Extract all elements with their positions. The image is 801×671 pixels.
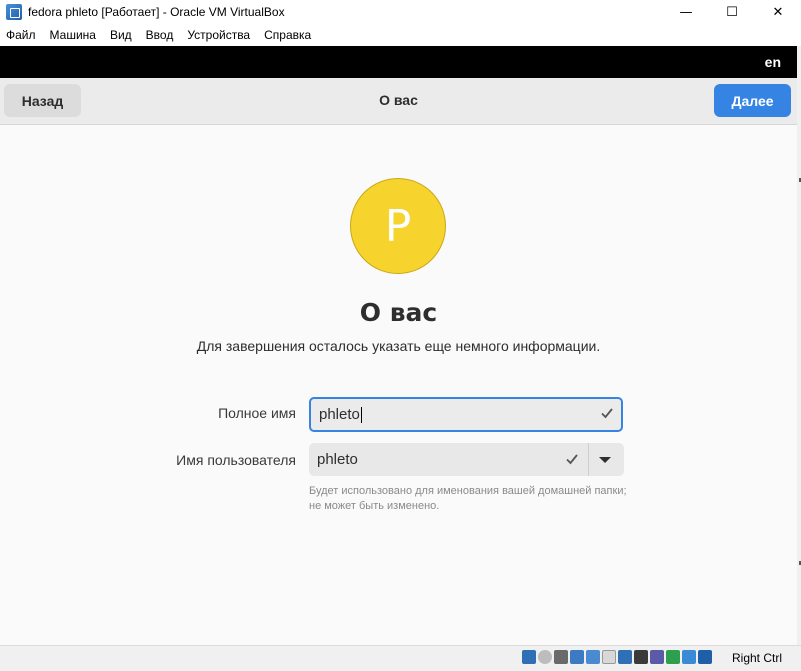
menu-bar: Файл Машина Вид Ввод Устройства Справка <box>0 24 801 47</box>
menu-file[interactable]: Файл <box>0 28 43 42</box>
display-icon[interactable] <box>618 650 632 664</box>
menu-machine[interactable]: Машина <box>43 28 103 42</box>
checkmark-icon <box>566 454 578 465</box>
network-icon[interactable] <box>570 650 584 664</box>
vm-status-bar: Right Ctrl <box>0 645 801 671</box>
virtualbox-app-icon <box>6 4 22 20</box>
checkmark-icon <box>601 408 613 419</box>
avatar[interactable]: P <box>350 178 446 274</box>
audio-icon[interactable] <box>554 650 568 664</box>
minimize-button[interactable]: — <box>663 0 709 24</box>
chevron-down-icon[interactable] <box>599 457 611 463</box>
close-button[interactable]: ✕ <box>755 0 801 24</box>
window-titlebar: fedora phleto [Работает] - Oracle VM Vir… <box>0 0 801 24</box>
page-subtitle: Для завершения осталось указать еще немн… <box>196 338 601 354</box>
optical-disk-icon[interactable] <box>538 650 552 664</box>
header-title: О вас <box>379 92 418 108</box>
menu-view[interactable]: Вид <box>103 28 139 42</box>
window-title: fedora phleto [Работает] - Oracle VM Vir… <box>28 5 285 19</box>
menu-help[interactable]: Справка <box>257 28 318 42</box>
cpu-icon[interactable] <box>650 650 664 664</box>
menu-devices[interactable]: Устройства <box>180 28 257 42</box>
guest-additions-icon[interactable] <box>666 650 680 664</box>
avatar-initial: P <box>384 200 412 252</box>
window-controls: — ☐ ✕ <box>663 0 801 24</box>
full-name-label: Полное имя <box>218 405 296 421</box>
hard-disk-icon[interactable] <box>522 650 536 664</box>
username-value: phleto <box>317 451 358 468</box>
guest-top-bar: en <box>0 46 797 78</box>
usb-icon[interactable] <box>586 650 600 664</box>
window-right-edge <box>797 46 801 645</box>
full-name-field[interactable]: phleto <box>309 397 623 432</box>
keyboard-layout-indicator[interactable]: en <box>765 54 781 70</box>
maximize-button[interactable]: ☐ <box>709 0 755 24</box>
shared-folders-icon[interactable] <box>602 650 616 664</box>
vm-display[interactable]: en Назад О вас Далее P О вас Для заверше… <box>0 46 797 645</box>
username-combo[interactable]: phleto <box>309 443 624 476</box>
menu-input[interactable]: Ввод <box>139 28 181 42</box>
username-hint: Будет использовано для именования вашей … <box>309 485 627 512</box>
page-heading: О вас <box>359 298 438 327</box>
full-name-value: phleto <box>319 406 360 423</box>
host-key-label: Right Ctrl <box>732 651 783 665</box>
dropdown-separator <box>588 443 589 476</box>
setup-header-bar: Назад О вас Далее <box>0 78 797 125</box>
next-button[interactable]: Далее <box>714 84 791 117</box>
text-cursor <box>360 406 362 423</box>
status-icons <box>522 650 712 664</box>
mouse-integration-icon[interactable] <box>682 650 696 664</box>
keyboard-capture-icon[interactable] <box>698 650 712 664</box>
video-capture-icon[interactable] <box>634 650 648 664</box>
username-label: Имя пользователя <box>176 452 296 468</box>
